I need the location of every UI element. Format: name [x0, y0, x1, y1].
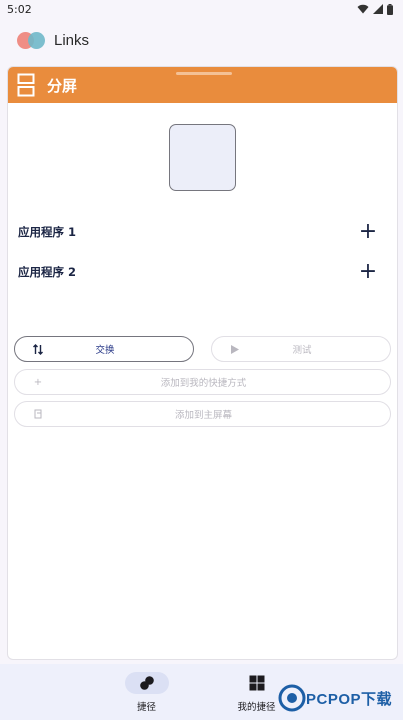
grid-icon [249, 675, 264, 691]
app-row-label: 应用程序 2 [18, 265, 77, 279]
plus-icon: + [33, 376, 43, 388]
wifi-icon [357, 4, 369, 14]
watermark-logo-icon [278, 684, 306, 712]
app-row-2[interactable]: 应用程序 2 + [18, 260, 378, 284]
split-screen-icon [17, 73, 35, 97]
test-button[interactable]: 测试 [211, 336, 391, 362]
app-title: Links [54, 31, 90, 49]
test-button-label: 测试 [292, 345, 312, 356]
add-shortcut-button[interactable]: + 添加到我的快捷方式 [14, 369, 391, 395]
nav-label: 我的捷径 [237, 702, 276, 713]
add-home-button[interactable]: 添加到主屏幕 [14, 401, 391, 427]
home-shortcut-icon [29, 409, 47, 419]
battery-icon [387, 3, 393, 15]
drag-handle[interactable] [176, 72, 232, 75]
split-screen-card: 分屏 应用程序 1 + 应用程序 2 + 交换 测试 + 添加到我的快捷方式 添… [7, 66, 398, 660]
nav-label: 捷径 [136, 702, 156, 713]
app-row-label: 应用程序 1 [18, 225, 77, 239]
play-icon [226, 344, 244, 354]
swap-icon [29, 343, 47, 355]
app-row-1[interactable]: 应用程序 1 + [18, 220, 378, 244]
nav-item-shortcuts[interactable]: 捷径 [114, 664, 180, 720]
signal-icon [373, 4, 383, 14]
shortcut-icon [139, 676, 154, 690]
swap-button-label: 交换 [95, 345, 115, 356]
watermark-text: PCPOP下载 [306, 690, 393, 708]
app-logo-icon [17, 31, 47, 49]
card-header: 分屏 [8, 67, 397, 103]
swap-button[interactable]: 交换 [14, 336, 194, 362]
status-bar: 5:02 [0, 0, 403, 18]
plus-icon[interactable]: + [358, 221, 378, 243]
add-home-label: 添加到主屏幕 [174, 410, 232, 421]
card-title: 分屏 [47, 76, 78, 95]
plus-icon[interactable]: + [358, 261, 378, 283]
split-preview [169, 124, 236, 191]
nav-active-pill [124, 672, 169, 694]
status-time: 5:02 [7, 2, 32, 16]
watermark: PCPOP下载 [278, 684, 392, 712]
app-bar: Links [0, 22, 403, 58]
status-icons [357, 3, 393, 15]
add-shortcut-label: 添加到我的快捷方式 [160, 378, 247, 389]
